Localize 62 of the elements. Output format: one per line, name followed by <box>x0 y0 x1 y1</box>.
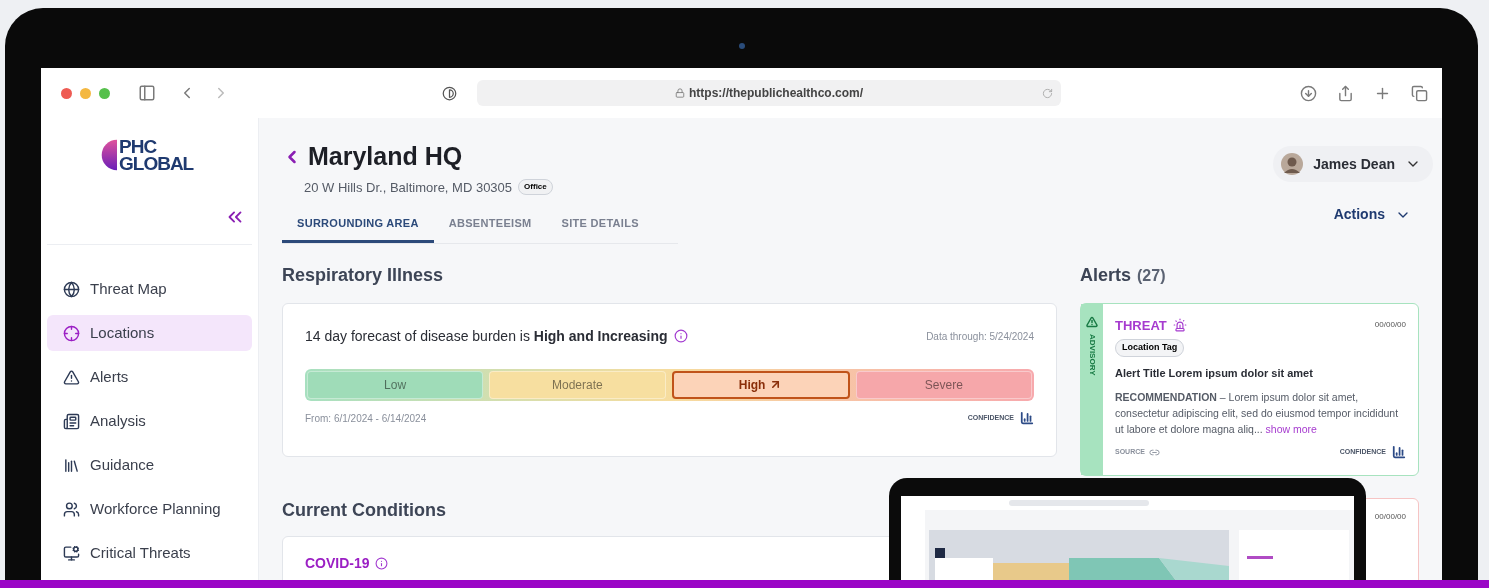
level-segment: Low <box>307 370 484 399</box>
level-segment: Moderate <box>489 370 666 399</box>
address-bar[interactable]: https://thepublichealthco.com/ <box>477 80 1061 106</box>
level-segment: High <box>671 370 850 399</box>
signal-bars-icon <box>1392 445 1406 459</box>
lock-icon <box>675 88 685 98</box>
address-text: 20 W Hills Dr., Baltimore, MD 30305 <box>304 178 513 197</box>
download-icon[interactable] <box>1300 84 1317 102</box>
sidebar-item[interactable]: Analysis <box>47 403 252 439</box>
warning-icon <box>63 368 80 386</box>
sidebar-item[interactable]: Locations <box>47 315 252 351</box>
page-title: Maryland HQ <box>308 141 463 172</box>
data-through-text: Data through: 5/24/2024 <box>926 329 1034 344</box>
site-tag: Office <box>518 179 553 196</box>
section-heading: Alerts <box>1080 263 1132 287</box>
date-range-text: From: 6/1/2024 - 6/14/2024 <box>305 411 427 426</box>
tabs-icon[interactable] <box>1411 84 1428 102</box>
info-icon[interactable] <box>374 556 388 570</box>
tab[interactable]: SITE DETAILS <box>546 215 654 243</box>
tab[interactable]: SURROUNDING AREA <box>282 215 434 243</box>
sidebar-item[interactable]: Critical Threats <box>47 535 252 571</box>
signal-bars-icon <box>1020 411 1034 425</box>
alert-date: 00/00/00 <box>1374 510 1406 523</box>
sidebar-item[interactable]: Workforce Planning <box>47 491 252 527</box>
window-close-button[interactable] <box>61 87 72 99</box>
globe-icon <box>63 280 80 298</box>
recommendation-text: RECOMMENDATION – Lorem ipsum dolor sit amet, consectetur adipiscing elit, sed do eiusmod tempor incididunt ut labore et dolore magna aliq... show more <box>1115 390 1400 437</box>
sidebar-item[interactable]: Alerts <box>47 359 252 395</box>
logo-icon <box>99 139 117 171</box>
siren-icon <box>1172 318 1187 333</box>
info-icon[interactable] <box>673 329 688 343</box>
actions-menu[interactable]: Actions <box>1333 204 1411 225</box>
alert-date: 00/00/00 <box>1374 319 1406 332</box>
user-menu[interactable]: James Dean <box>1273 146 1433 182</box>
avatar-icon <box>1281 153 1304 175</box>
logo-text: PHC <box>119 138 158 155</box>
alert-title: Alert Title Lorem ipsum dolor sit amet <box>1115 365 1314 381</box>
alert-count: (27) <box>1137 265 1166 286</box>
people-icon <box>63 500 80 518</box>
location-tag: Location Tag <box>1115 339 1185 357</box>
warning-icon <box>1086 315 1098 328</box>
level-segment: Severe <box>855 370 1032 399</box>
newspaper-icon <box>63 412 80 430</box>
crosshair-icon <box>63 324 80 342</box>
privacy-icon[interactable] <box>442 85 457 101</box>
alert-type: THREAT <box>1115 316 1167 335</box>
condition-name: COVID-19 <box>305 553 370 573</box>
books-icon <box>63 456 80 474</box>
advisory-label: ADVISORY <box>1087 333 1098 375</box>
share-icon[interactable] <box>1337 84 1354 102</box>
section-heading: Respiratory Illness <box>282 263 445 287</box>
forecast-text: 14 day forecast of disease burden is High and Increasing <box>305 326 668 346</box>
section-heading: Current Conditions <box>282 498 447 522</box>
logo-text: GLOBAL <box>119 155 194 172</box>
sidebar-toggle-icon[interactable] <box>138 84 156 102</box>
sidebar-item[interactable]: Guidance <box>47 447 252 483</box>
monitor-icon <box>63 544 80 562</box>
url-text: https://thepublichealthco.com/ <box>689 85 863 102</box>
tab[interactable]: ABSENTEEISM <box>433 215 547 243</box>
window-zoom-button[interactable] <box>99 87 110 99</box>
sidebar-item[interactable]: Threat Map <box>47 271 252 307</box>
show-more-link[interactable]: show more <box>1265 423 1317 435</box>
